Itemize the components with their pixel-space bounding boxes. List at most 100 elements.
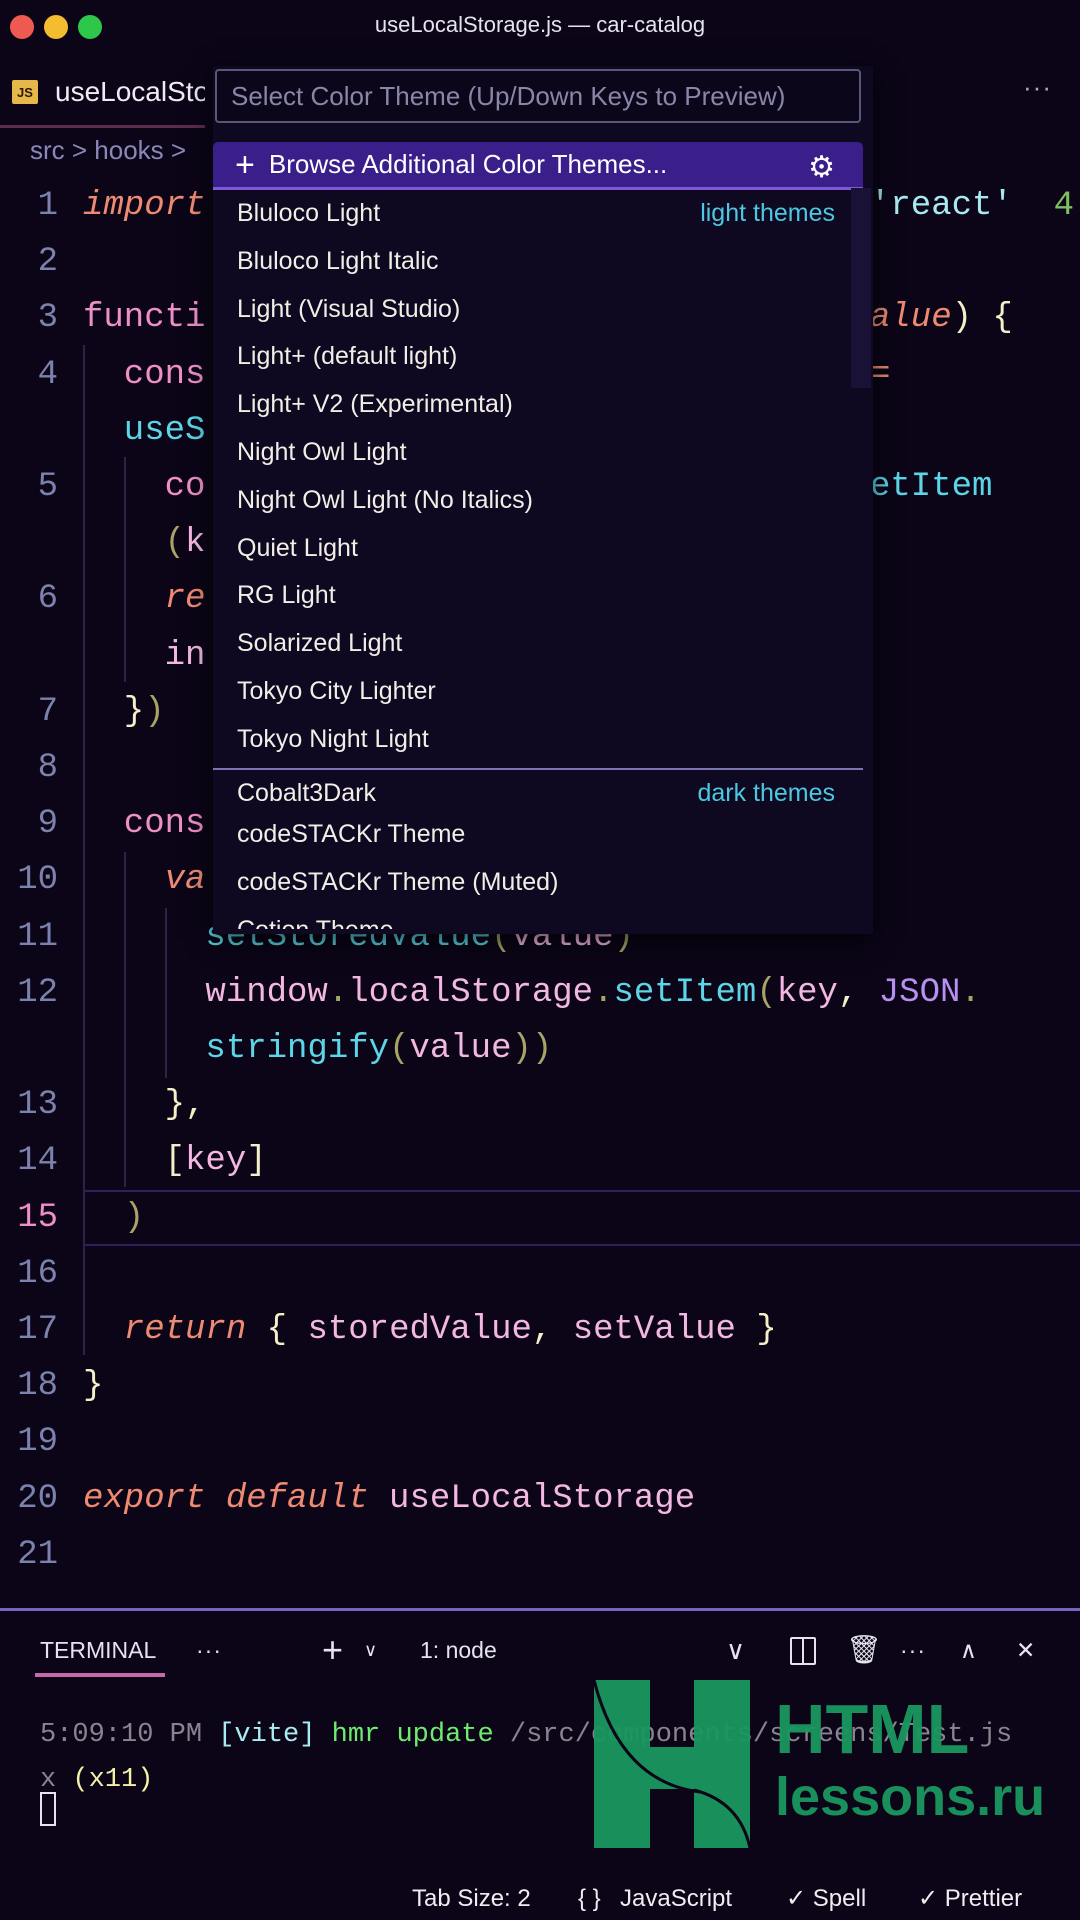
theme-option[interactable]: Bluloco Light light themes [213,190,863,238]
code-token: co [83,468,206,506]
code-token: ( [756,973,777,1012]
code-line[interactable]: 20 export default useLocalStorage [0,1471,1080,1527]
code-line[interactable]: 16 [0,1246,1080,1302]
code-token: re [83,580,206,619]
code-token: ) [951,299,973,338]
code-text: import [83,178,205,234]
panel-divider[interactable] [0,1608,1080,1611]
line-number: 13 [17,1086,58,1125]
code-token: cons [83,355,206,394]
browse-themes-label: Browse Additional Color Themes... [268,149,668,179]
theme-label: Light+ (default light) [237,342,458,371]
more-icon[interactable]: ··· [900,1625,926,1675]
vite-tag: [vite] [218,1720,316,1750]
code-text: useS [83,403,206,459]
tab-size-indicator[interactable]: Tab Size: 2 [412,1878,531,1920]
theme-option[interactable]: Cobalt3Dark dark themes [213,767,863,816]
tab-label[interactable]: useLocalStorage.js [55,76,205,108]
gear-icon[interactable]: ⚙ [808,150,835,185]
theme-option[interactable]: Light+ (default light) [213,333,863,381]
maximize-panel-icon[interactable]: ∧ [960,1625,977,1675]
code-token: . [960,973,981,1012]
new-terminal-icon[interactable]: + [322,1625,343,1675]
line-number: 5 [37,468,58,506]
line-number: 2 [37,243,58,282]
code-line[interactable]: 21 [0,1527,1080,1583]
code-token: key [185,1142,247,1181]
code-line[interactable]: stringify(value)) [0,1021,1080,1077]
code-token: , [837,973,879,1012]
code-token: ) [83,1198,145,1237]
theme-group-label: dark themes [697,778,835,807]
close-panel-icon[interactable]: ✕ [1016,1625,1035,1675]
code-line[interactable]: 12 window.localStorage.setItem(key, JSON… [0,965,1080,1021]
theme-option[interactable]: Night Owl Light (No Italics) [213,477,863,525]
code-token: localStorage [348,973,594,1012]
code-token: ] [246,1142,267,1181]
code-text: functi [83,290,205,346]
code-token: , [531,1311,573,1349]
code-line[interactable]: 13 }, [0,1077,1080,1133]
language-mode[interactable]: JavaScript [620,1878,732,1920]
code-text: alue) { [870,290,1013,346]
browse-themes-item[interactable]: + Browse Additional Color Themes... ⚙ [213,142,863,190]
panel-more-icon[interactable]: ··· [196,1625,222,1675]
code-text: }) [83,684,165,740]
terminal-tab[interactable]: TERMINAL [40,1625,156,1675]
prettier-indicator[interactable]: ✓ Prettier [918,1878,1022,1920]
code-text: return { storedValue, setValue } [83,1302,777,1358]
theme-option[interactable]: Tokyo City Lighter [213,668,863,716]
theme-option[interactable]: Light (Visual Studio) [213,286,863,334]
theme-option[interactable]: codeSTACKr Theme (Muted) [213,859,863,907]
code-token: k [185,524,206,563]
code-text: co [83,459,206,515]
trash-icon[interactable]: 🗑 [846,1625,882,1675]
terminal-instance-label[interactable]: 1: node [420,1625,497,1675]
code-line[interactable]: 19 [0,1414,1080,1470]
theme-search-input[interactable]: Select Color Theme (Up/Down Keys to Prev… [215,69,861,123]
chevron-down-icon[interactable]: ∨ [364,1625,377,1675]
theme-label: Tokyo Night Light [237,724,429,753]
line-number: 1 [37,187,58,225]
line-number: 3 [37,299,58,338]
more-actions-icon[interactable]: ··· [1023,72,1052,103]
code-text: 'react' 4. [870,178,1080,234]
terminal-header: TERMINAL ··· + ∨ 1: node ∨ 🗑 ··· ∧ ✕ [0,1625,1080,1677]
split-terminal-icon[interactable] [790,1637,816,1665]
code-line[interactable]: 15 ) [0,1189,1080,1246]
watermark-text: lessons.ru [775,1767,1046,1827]
chevron-down-icon[interactable]: ∨ [726,1625,745,1675]
code-text: [key] [83,1133,267,1189]
line-number: 17 [17,1311,58,1349]
theme-option[interactable]: Bluloco Light Italic [213,238,863,286]
terminal-cursor [40,1792,56,1826]
code-token: setItem [613,973,757,1012]
line-number: 21 [17,1535,58,1574]
code-line[interactable]: 17 return { storedValue, setValue } [0,1302,1080,1358]
theme-option[interactable]: codeSTACKr Theme [213,811,863,859]
code-token: functi [83,299,206,338]
breadcrumb[interactable]: src > hooks > [30,135,186,166]
line-number: 14 [17,1142,58,1181]
theme-option[interactable]: Night Owl Light [213,429,863,477]
current-line-highlight [83,1189,1080,1246]
code-line[interactable]: 18} [0,1358,1080,1414]
code-token: value [409,1030,512,1068]
theme-label: codeSTACKr Theme (Muted) [237,868,559,897]
theme-option[interactable]: Solarized Light [213,620,863,668]
line-number: 15 [17,1198,58,1237]
theme-label: Bluloco Light Italic [237,246,439,275]
theme-label: Bluloco Light [237,199,381,227]
code-token: )) [511,1030,553,1068]
theme-option[interactable]: Light+ V2 (Experimental) [213,381,863,429]
theme-option[interactable]: Cotion Theme [213,907,863,929]
code-line[interactable]: 14 [key] [0,1133,1080,1189]
theme-option[interactable]: RG Light [213,572,863,620]
theme-label: Light (Visual Studio) [237,294,461,323]
theme-option[interactable]: Tokyo Night Light [213,716,863,764]
line-number: 7 [37,692,58,731]
spell-indicator[interactable]: ✓ Spell [786,1878,866,1920]
theme-option[interactable]: Quiet Light [213,525,863,573]
timestamp: 5:09:10 PM [40,1720,203,1750]
code-token: import [83,187,206,225]
